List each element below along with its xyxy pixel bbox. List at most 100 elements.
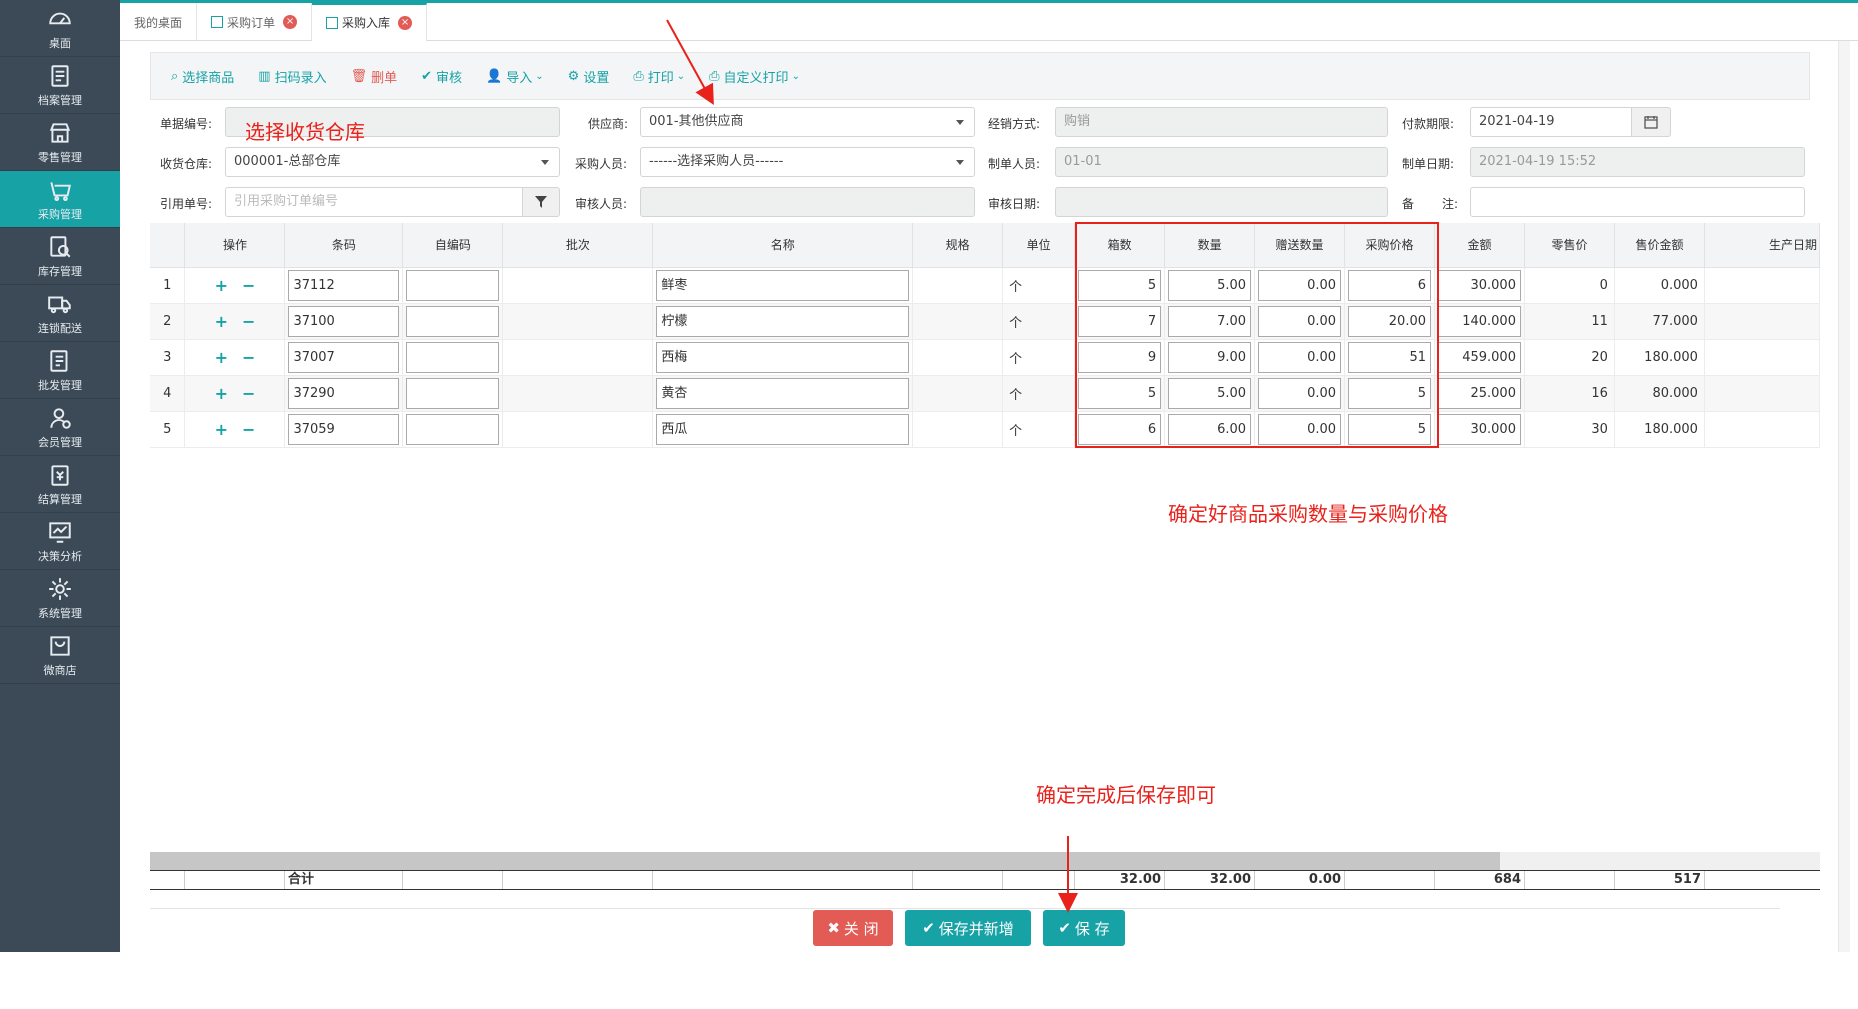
- code-input[interactable]: [406, 341, 500, 373]
- amount-cell: 459.000: [1434, 339, 1525, 376]
- remove-row-icon[interactable]: −: [242, 420, 255, 439]
- code-input[interactable]: [406, 413, 500, 445]
- add-row-icon[interactable]: +: [215, 312, 228, 331]
- tab-my-desktop[interactable]: 我的桌面: [120, 3, 198, 41]
- retail-amount-cell: 77.000: [1614, 303, 1705, 340]
- name-input[interactable]: 西瓜: [656, 413, 910, 445]
- save-and-new-button[interactable]: ✔ 保存并新增: [905, 910, 1031, 946]
- col-header[interactable]: 单位: [1002, 223, 1076, 268]
- name-input[interactable]: 黄杏: [656, 377, 910, 409]
- sidebar-item-label: 连锁配送: [38, 321, 82, 335]
- sidebar-item-retail[interactable]: 零售管理: [0, 114, 120, 171]
- sidebar-item-archive[interactable]: 档案管理: [0, 57, 120, 114]
- unit-cell: 个: [1002, 411, 1076, 448]
- table-row[interactable]: 4 + −37290 黄杏个 5 5.00 0.00 5 25.000 16 80.000: [150, 375, 1821, 412]
- import-button[interactable]: 👤 导入 ⌄: [486, 67, 544, 86]
- code-input[interactable]: [406, 305, 500, 337]
- filter-icon[interactable]: [522, 187, 560, 217]
- buyer-label: 采购人员:: [575, 157, 628, 171]
- name-input[interactable]: 鲜枣: [656, 269, 910, 301]
- sidebar-item-analysis[interactable]: 决策分析: [0, 513, 120, 570]
- table-row[interactable]: 3 + −37007 西梅个 9 9.00 0.00 51 459.000 20 180.000: [150, 339, 1821, 376]
- totals-row: 合计 32.00 32.00 0.00 684 517: [150, 870, 1820, 890]
- tab-purchase-receipt[interactable]: 采购入库 ×: [312, 3, 428, 42]
- amount-input[interactable]: 30.000: [1438, 413, 1521, 445]
- delete-button[interactable]: 🗑 删单: [351, 67, 398, 86]
- col-header[interactable]: 自编码: [402, 223, 504, 268]
- col-header[interactable]: 售价金额: [1614, 223, 1705, 268]
- barcode-input[interactable]: 37290: [288, 377, 400, 409]
- barcode-input[interactable]: 37059: [288, 413, 400, 445]
- sidebar-item-wholesale[interactable]: 批发管理: [0, 342, 120, 399]
- remark-input[interactable]: [1470, 187, 1805, 217]
- table-row[interactable]: 2 + −37100 柠檬个 7 7.00 0.00 20.00 140.000 11 77.000: [150, 303, 1821, 340]
- remove-row-icon[interactable]: −: [242, 384, 255, 403]
- sidebar-item-label: 结算管理: [38, 492, 82, 506]
- sidebar-item-settlement[interactable]: 结算管理: [0, 456, 120, 513]
- amount-input[interactable]: 459.000: [1438, 341, 1521, 373]
- horizontal-scrollbar[interactable]: [150, 852, 1820, 870]
- close-icon[interactable]: ×: [283, 15, 298, 29]
- remove-row-icon[interactable]: −: [242, 312, 255, 331]
- table-row[interactable]: 1 + −37112 鲜枣个 5 5.00 0.00 6 30.000 0 0.000: [150, 267, 1821, 304]
- barcode-input[interactable]: 37007: [288, 341, 400, 373]
- warehouse-select[interactable]: 000001-总部仓库: [225, 147, 560, 177]
- col-header-index: [150, 223, 186, 268]
- add-row-icon[interactable]: +: [215, 348, 228, 367]
- sidebar-item-desktop[interactable]: 桌面: [0, 0, 120, 57]
- custom-print-button[interactable]: ⎙ 自定义打印 ⌄: [709, 67, 800, 86]
- barcode-input[interactable]: 37112: [288, 269, 400, 301]
- col-header[interactable]: 名称: [652, 223, 914, 268]
- buyer-select[interactable]: ------选择采购人员------: [640, 147, 975, 177]
- delete-label: 删单: [371, 70, 398, 86]
- name-input[interactable]: 西梅: [656, 341, 910, 373]
- sidebar-item-system[interactable]: 系统管理: [0, 570, 120, 627]
- amount-input[interactable]: 30.000: [1438, 269, 1521, 301]
- batch-cell: [502, 267, 654, 304]
- tab-purchase-order[interactable]: 采购订单 ×: [197, 3, 313, 41]
- print-label: 打印: [647, 70, 674, 86]
- audit-button[interactable]: ✔ 审核: [421, 67, 462, 86]
- remove-row-icon[interactable]: −: [242, 276, 255, 295]
- form-row-3: 引用单号: 引用采购订单编号 审核人员: 审核日期: 备 注:: [150, 187, 1810, 217]
- auditor-field: [640, 187, 975, 217]
- save-button[interactable]: ✔ 保 存: [1043, 910, 1125, 946]
- col-header[interactable]: 规格: [912, 223, 1004, 268]
- table-row[interactable]: 5 + −37059 西瓜个 6 6.00 0.00 5 30.000 30 180.000: [150, 411, 1821, 448]
- calendar-icon[interactable]: [1631, 107, 1671, 137]
- vertical-scrollbar[interactable]: [1838, 41, 1850, 952]
- col-header[interactable]: 生产日期: [1704, 223, 1821, 268]
- close-button[interactable]: ✖ 关 闭: [813, 910, 893, 946]
- production-date-cell: [1704, 339, 1821, 376]
- select-goods-button[interactable]: ⌕ 选择商品: [171, 67, 234, 86]
- barcode-input[interactable]: 37100: [288, 305, 400, 337]
- sidebar-item-member[interactable]: 会员管理: [0, 399, 120, 456]
- sidebar-item-inventory[interactable]: 库存管理: [0, 228, 120, 285]
- amount-input[interactable]: 25.000: [1438, 377, 1521, 409]
- col-header[interactable]: 批次: [502, 223, 654, 268]
- document-icon: [326, 16, 339, 29]
- code-input[interactable]: [406, 377, 500, 409]
- close-icon[interactable]: ×: [398, 15, 413, 30]
- settings-button[interactable]: ⚙ 设置: [568, 67, 610, 86]
- code-input[interactable]: [406, 269, 500, 301]
- pay-term-input[interactable]: 2021-04-19: [1470, 107, 1632, 137]
- ref-no-input[interactable]: 引用采购订单编号: [225, 187, 523, 217]
- print-button[interactable]: ⎙ 打印 ⌄: [633, 67, 685, 86]
- col-header[interactable]: 金额: [1434, 223, 1525, 268]
- add-row-icon[interactable]: +: [215, 276, 228, 295]
- sidebar-item-purchase[interactable]: 采购管理: [0, 171, 120, 228]
- scrollbar-thumb[interactable]: [150, 852, 1500, 870]
- sidebar-item-delivery[interactable]: 连锁配送: [0, 285, 120, 342]
- sidebar-item-shop[interactable]: 微商店: [0, 627, 120, 684]
- scan-entry-button[interactable]: ▥ 扫码录入: [258, 67, 326, 86]
- amount-input[interactable]: 140.000: [1438, 305, 1521, 337]
- col-header[interactable]: 条码: [284, 223, 404, 268]
- supplier-select[interactable]: 001-其他供应商: [640, 107, 975, 137]
- col-header[interactable]: 零售价: [1524, 223, 1615, 268]
- code-cell: [402, 267, 504, 304]
- remove-row-icon[interactable]: −: [242, 348, 255, 367]
- add-row-icon[interactable]: +: [215, 420, 228, 439]
- add-row-icon[interactable]: +: [215, 384, 228, 403]
- name-input[interactable]: 柠檬: [656, 305, 910, 337]
